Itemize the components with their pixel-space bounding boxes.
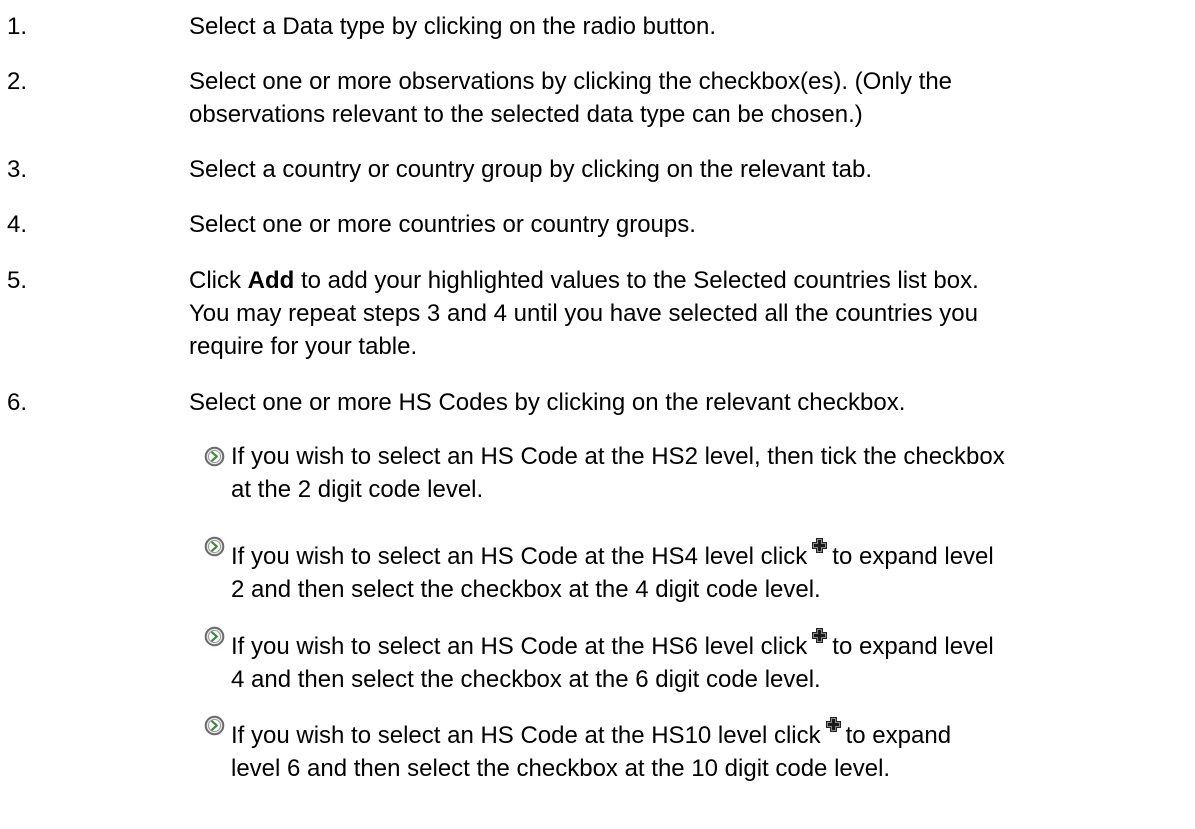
step-number: 3. (7, 156, 28, 183)
substep-text-fragment: If you wish to select an HS Code at the … (231, 633, 808, 660)
circle-arrow-right-icon (204, 715, 225, 736)
step-text-line: Select one or more HS Codes by clicking … (189, 389, 906, 416)
substep-text-line: If you wish to select an HS Code at the … (231, 620, 994, 663)
substep-text: If you wish to select an HS Code at the … (231, 620, 994, 696)
step-number: 2. (7, 68, 28, 95)
expand-plus-icon (811, 620, 828, 643)
substep-text-fragment: to expand level (832, 543, 994, 570)
circle-arrow-right-icon (204, 446, 225, 467)
substep-text: If you wish to select an HS Code at the … (231, 709, 951, 785)
step-text-line: require for your table. (189, 333, 418, 360)
substep-text: If you wish to select an HS Code at the … (231, 530, 994, 606)
expand-plus-icon (811, 530, 828, 553)
substep-text-fragment: to expand level (832, 633, 994, 660)
substep-text-fragment: If you wish to select an HS Code at the … (231, 722, 821, 749)
step-number: 5. (7, 267, 28, 294)
step-text: Select a country or country group by cli… (189, 153, 1169, 186)
circle-arrow-right-icon (204, 626, 225, 647)
step-text: Select one or more observations by click… (189, 65, 1169, 131)
add-keyword: Add (247, 267, 295, 294)
substep-text-fragment: If you wish to select an HS Code at the … (231, 543, 808, 570)
step-text-line: Select one or more countries or country … (189, 211, 696, 238)
substep-text-line: level 6 and then select the checkbox at … (231, 755, 891, 782)
step-text-line: Select one or more observations by click… (189, 68, 953, 95)
substep-text-line: If you wish to select an HS Code at the … (231, 443, 1005, 470)
step-text-line: Click Add to add your highlighted values… (189, 264, 1169, 297)
expand-plus-icon (825, 709, 842, 732)
substep-text-fragment: to expand (845, 722, 952, 749)
step-text: Select one or more HS Codes by clicking … (189, 386, 1169, 419)
substep-text-line: at the 2 digit code level. (231, 476, 484, 503)
step-text: Select one or more countries or country … (189, 208, 1169, 241)
step-text: Select a Data type by clicking on the ra… (189, 10, 1169, 43)
substep-text-line: 4 and then select the checkbox at the 6 … (231, 666, 821, 693)
substep-text-line: 2 and then select the checkbox at the 4 … (231, 576, 821, 603)
substep-text-line: If you wish to select an HS Code at the … (231, 709, 951, 752)
step-number: 4. (7, 211, 28, 238)
step-text-fragment: Click (189, 267, 241, 294)
step-number: 6. (7, 389, 28, 416)
step-text: Click Add to add your highlighted values… (189, 264, 1169, 363)
step-text-line: Select a country or country group by cli… (189, 156, 873, 183)
step-text-line: observations relevant to the selected da… (189, 101, 863, 128)
step-number: 1. (7, 13, 28, 40)
substep-text-line: If you wish to select an HS Code at the … (231, 530, 994, 573)
step-text-fragment: to add your highlighted values to the Se… (301, 267, 979, 294)
step-text-line: Select a Data type by clicking on the ra… (189, 13, 716, 40)
circle-arrow-right-icon (204, 536, 225, 557)
step-text-line: You may repeat steps 3 and 4 until you h… (189, 300, 978, 327)
substep-text: If you wish to select an HS Code at the … (231, 440, 1005, 506)
